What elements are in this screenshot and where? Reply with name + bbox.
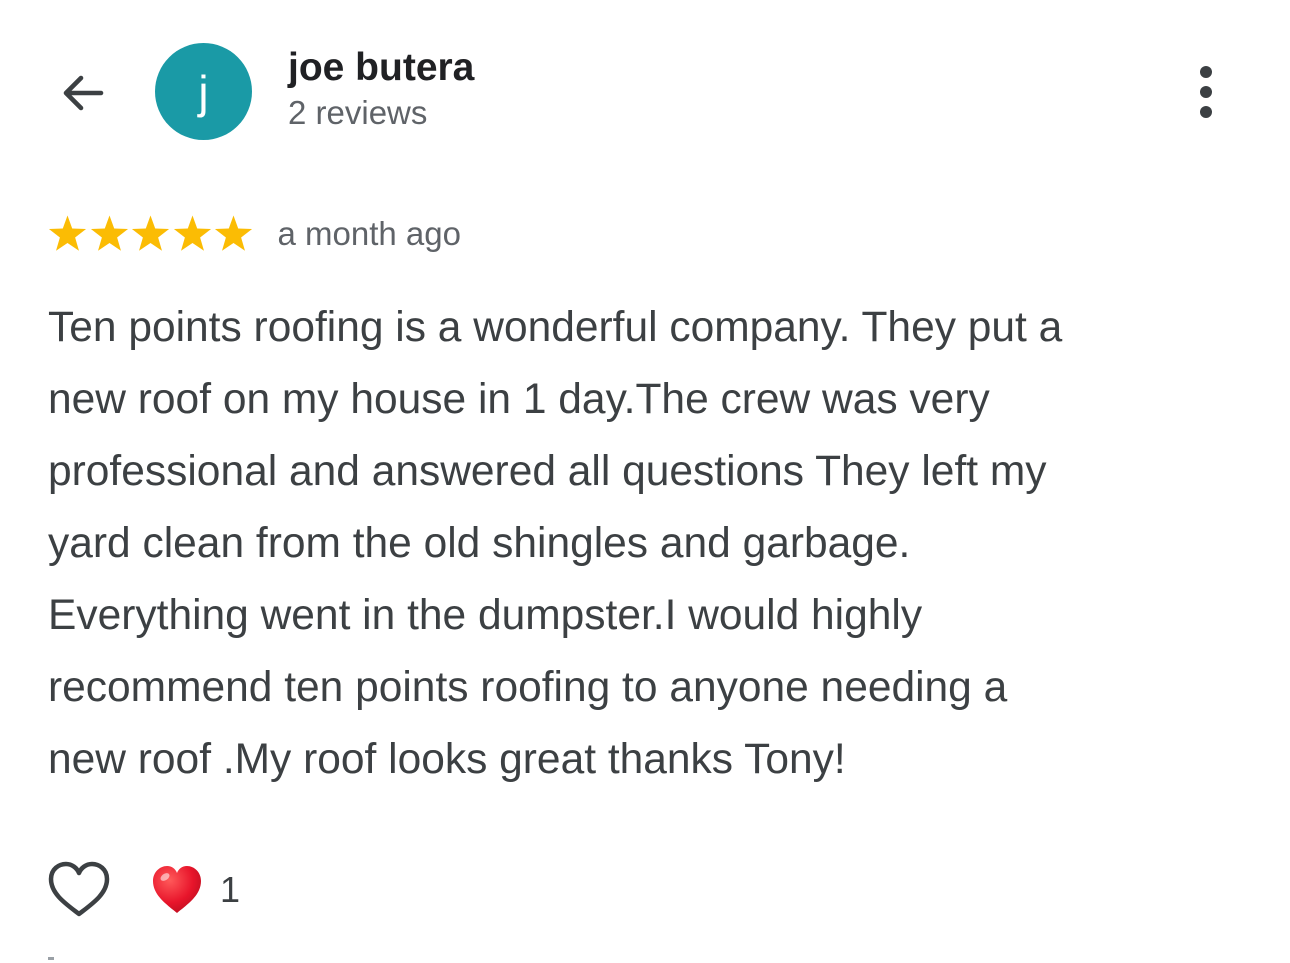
like-button[interactable] — [46, 859, 112, 921]
author-review-count: 2 reviews — [288, 94, 428, 131]
author-name[interactable]: joe butera — [288, 45, 474, 91]
heart-outline-icon — [48, 861, 110, 917]
star-icon — [214, 214, 253, 251]
star-icon — [173, 214, 211, 251]
star-rating — [47, 214, 255, 255]
review-date: a month ago — [277, 215, 461, 252]
reaction-count: 1 — [220, 869, 241, 910]
reaction-summary[interactable]: 1 — [150, 862, 240, 918]
author-info: joe butera 2 reviews — [288, 45, 474, 133]
star-icon — [131, 214, 170, 251]
more-vertical-icon-dot — [1200, 106, 1212, 118]
arrow-left-icon — [63, 75, 104, 111]
more-options-button[interactable] — [1180, 60, 1232, 124]
red-heart-icon — [153, 866, 201, 913]
more-vertical-icon-dot — [1200, 86, 1212, 98]
divider-fragment — [48, 957, 54, 960]
rating-row: a month ago — [47, 212, 461, 256]
avatar[interactable]: j — [155, 43, 252, 140]
star-icon — [48, 214, 87, 251]
review-text: Ten points roofing is a wonderful compan… — [48, 304, 1063, 783]
more-vertical-icon — [1200, 66, 1212, 78]
avatar-initial: j — [198, 65, 209, 118]
star-icon — [90, 214, 128, 251]
back-button[interactable] — [52, 62, 114, 124]
